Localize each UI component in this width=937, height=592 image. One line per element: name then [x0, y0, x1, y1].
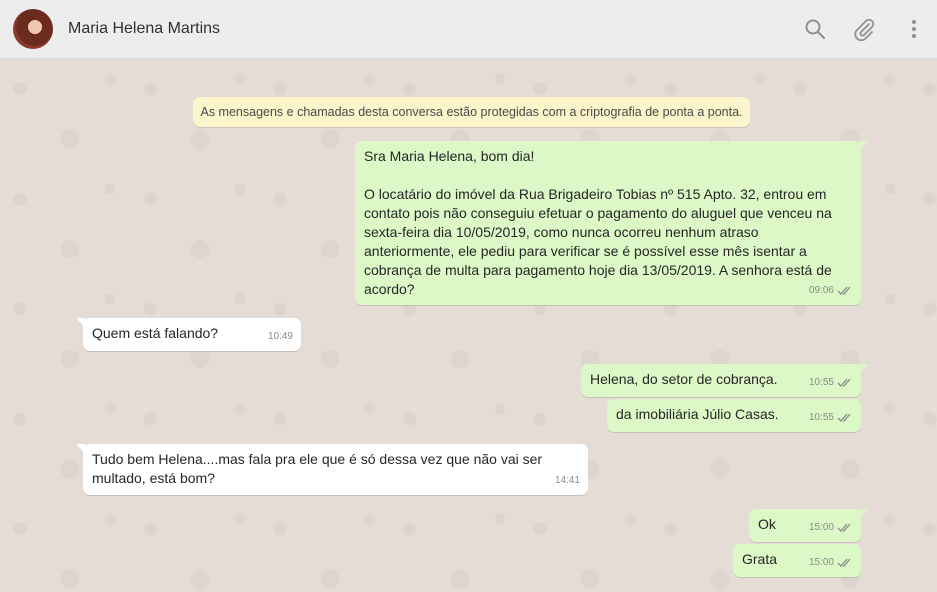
- message-incoming[interactable]: Tudo bem Helena....mas fala pra ele que …: [76, 444, 588, 495]
- message-meta: 15:00: [809, 518, 853, 537]
- message-outgoing[interactable]: da imobiliária Júlio Casas. 10:55: [607, 399, 861, 432]
- double-check-icon: [837, 523, 851, 532]
- message-incoming[interactable]: Quem está falando? 10:49: [76, 318, 301, 351]
- message-time: 15:00: [808, 522, 834, 533]
- double-check-icon: [837, 378, 851, 387]
- message-outgoing[interactable]: Sra Maria Helena, bom dia! O locatário d…: [355, 141, 868, 305]
- search-icon[interactable]: [803, 17, 827, 41]
- message-time: 14:41: [554, 475, 580, 486]
- message-text: Sra Maria Helena, bom dia! O locatário d…: [364, 148, 832, 297]
- attach-icon[interactable]: [852, 17, 876, 42]
- message-meta: 10:55: [809, 373, 853, 392]
- encryption-notice[interactable]: As mensagens e chamadas desta conversa e…: [193, 97, 750, 127]
- double-check-icon: [837, 558, 851, 567]
- double-check-icon: [837, 286, 851, 295]
- message-meta: 10:49: [268, 327, 293, 346]
- message-time: 09:06: [808, 285, 834, 296]
- message-time: 10:55: [808, 377, 834, 388]
- message-text: Tudo bem Helena....mas fala pra ele que …: [92, 451, 543, 486]
- message-outgoing[interactable]: Grata 15:00: [733, 544, 861, 577]
- message-outgoing[interactable]: Helena, do setor de cobrança. 10:55: [581, 364, 868, 397]
- message-time: 10:55: [808, 412, 834, 423]
- menu-icon[interactable]: [902, 17, 926, 41]
- message-meta: 14:41: [555, 471, 580, 490]
- message-meta: 15:00: [809, 553, 853, 572]
- contact-name[interactable]: Maria Helena Martins: [68, 20, 220, 38]
- message-time: 10:49: [267, 331, 293, 342]
- chat-header: Maria Helena Martins: [0, 0, 937, 59]
- contact-avatar[interactable]: [13, 9, 53, 49]
- double-check-icon: [837, 413, 851, 422]
- message-meta: 10:55: [809, 408, 853, 427]
- message-meta: 09:06: [809, 281, 853, 300]
- message-outgoing[interactable]: Ok 15:00: [749, 509, 868, 542]
- message-time: 15:00: [808, 557, 834, 568]
- message-text: Quem está falando?: [92, 325, 219, 341]
